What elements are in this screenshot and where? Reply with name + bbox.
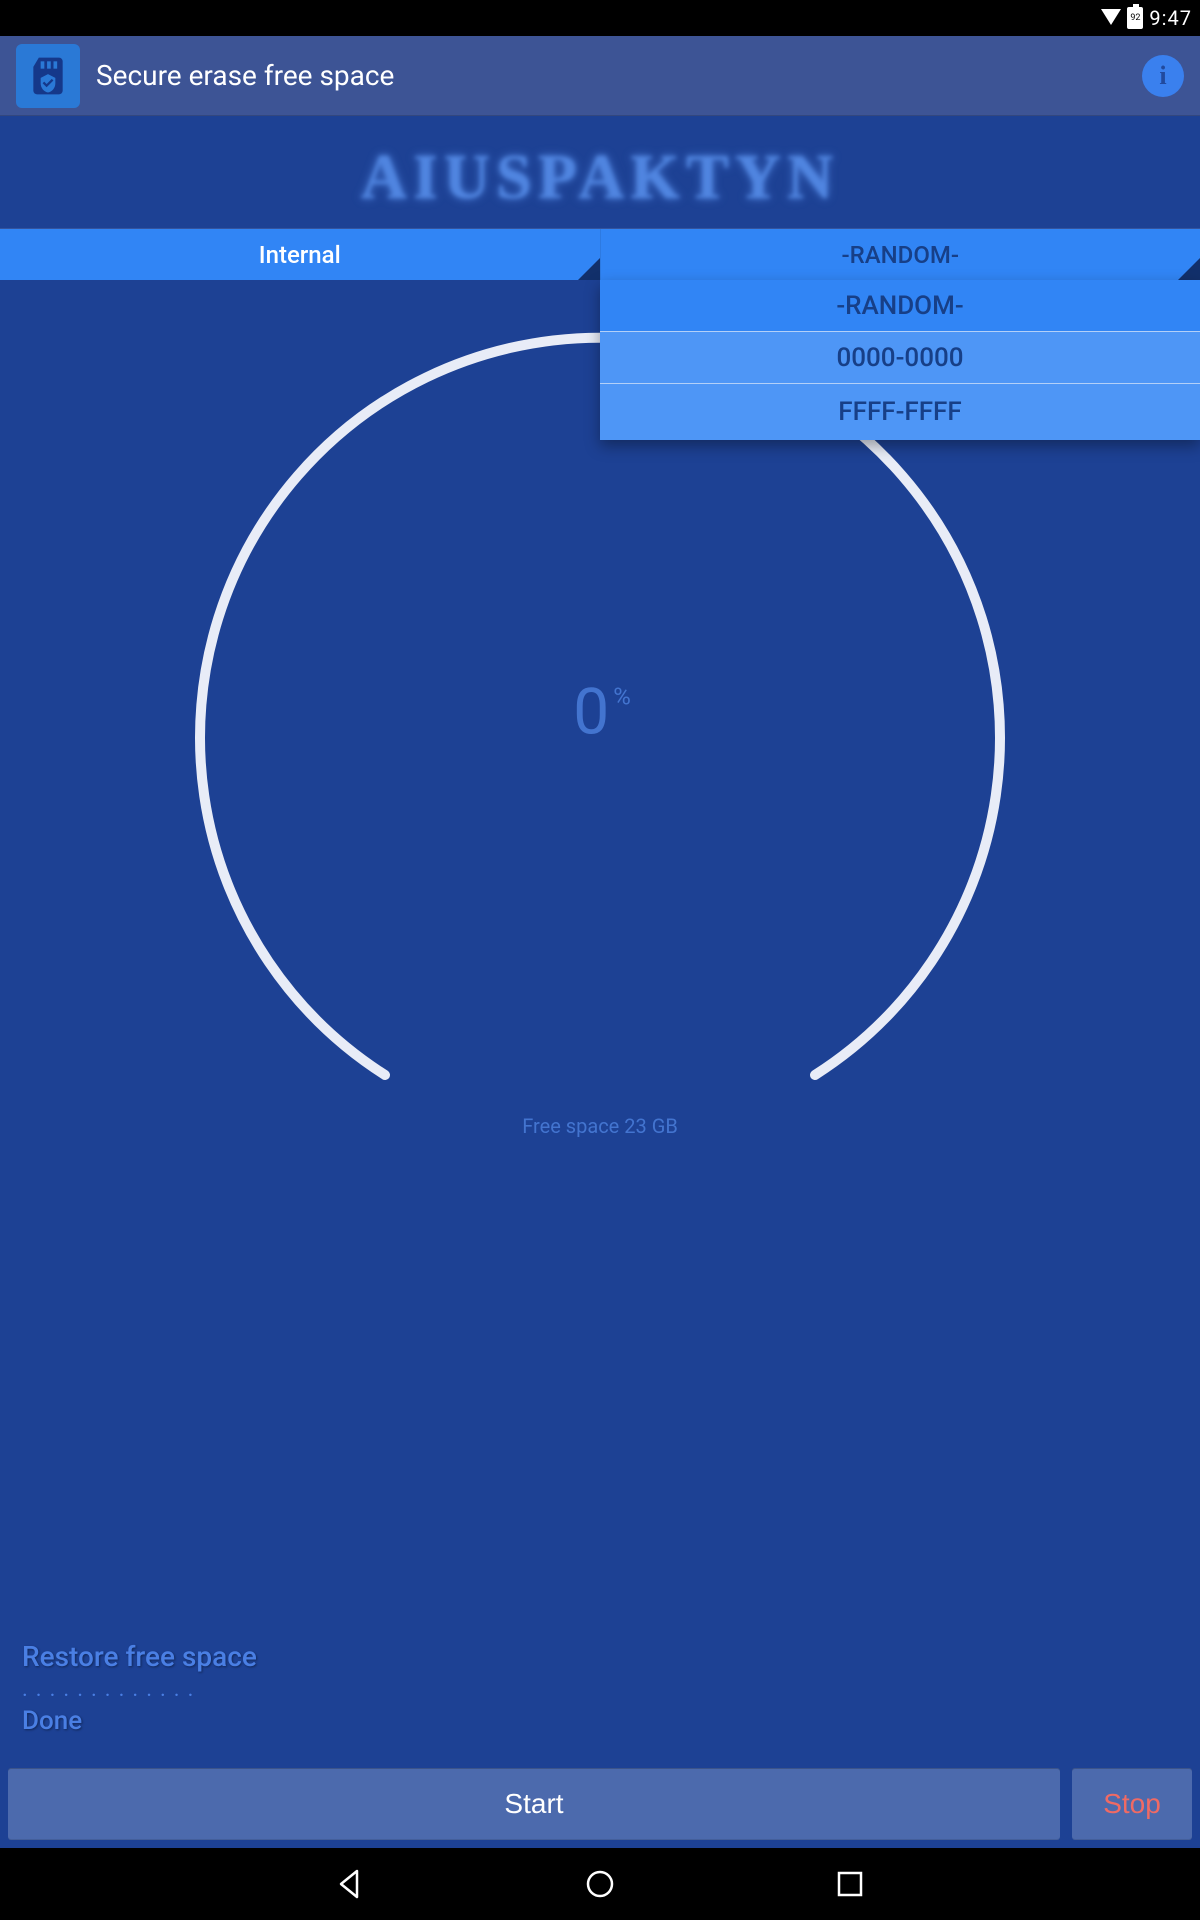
battery-icon: 92: [1127, 7, 1143, 29]
storage-spinner-label: Internal: [259, 241, 341, 269]
wifi-icon: [1101, 9, 1121, 25]
status-block: Restore free space ............. Done: [22, 1640, 257, 1736]
back-button[interactable]: [330, 1864, 370, 1904]
sd-card-icon: [26, 54, 70, 98]
pattern-option-ffff[interactable]: FFFF-FFFF: [600, 384, 1200, 440]
spinner-row: Internal -RANDOM-: [0, 228, 1200, 280]
pattern-option-zeros[interactable]: 0000-0000: [600, 332, 1200, 384]
info-button[interactable]: i: [1142, 55, 1184, 97]
brand-text: AIUSPAKTYN: [361, 141, 839, 212]
app-title: Secure erase free space: [96, 59, 1126, 92]
storage-spinner[interactable]: Internal: [0, 229, 600, 280]
home-icon: [583, 1867, 617, 1901]
restore-label: Restore free space: [22, 1640, 257, 1673]
free-space-label: Free space 23 GB: [522, 1114, 678, 1138]
app-icon: [16, 44, 80, 108]
recent-apps-button[interactable]: [830, 1864, 870, 1904]
pattern-dropdown: -RANDOM- 0000-0000 FFFF-FFFF: [600, 280, 1200, 440]
button-row: Start Stop: [8, 1768, 1192, 1840]
app-bar: Secure erase free space i: [0, 36, 1200, 116]
back-icon: [333, 1867, 367, 1901]
progress-value: 0: [573, 675, 609, 750]
main-content: AIUSPAKTYN Internal -RANDOM- -RANDOM- 00…: [0, 116, 1200, 1848]
percent-symbol: %: [613, 683, 631, 711]
home-button[interactable]: [580, 1864, 620, 1904]
pattern-spinner[interactable]: -RANDOM-: [600, 229, 1200, 280]
done-label: Done: [22, 1706, 257, 1736]
chevron-down-icon: [1178, 258, 1200, 280]
android-nav-bar: [0, 1848, 1200, 1920]
brand-logo: AIUSPAKTYN: [0, 116, 1200, 228]
clock: 9:47: [1149, 6, 1192, 30]
battery-level: 92: [1129, 9, 1141, 27]
progress-percent: 0%: [573, 675, 627, 750]
pattern-option-random[interactable]: -RANDOM-: [600, 280, 1200, 332]
progress-dots: .............: [22, 1677, 257, 1702]
stop-button[interactable]: Stop: [1072, 1768, 1192, 1840]
chevron-down-icon: [578, 258, 600, 280]
android-status-bar: 92 9:47: [0, 0, 1200, 36]
pattern-spinner-label: -RANDOM-: [841, 241, 959, 269]
start-button[interactable]: Start: [8, 1768, 1060, 1840]
recent-icon: [835, 1869, 865, 1899]
